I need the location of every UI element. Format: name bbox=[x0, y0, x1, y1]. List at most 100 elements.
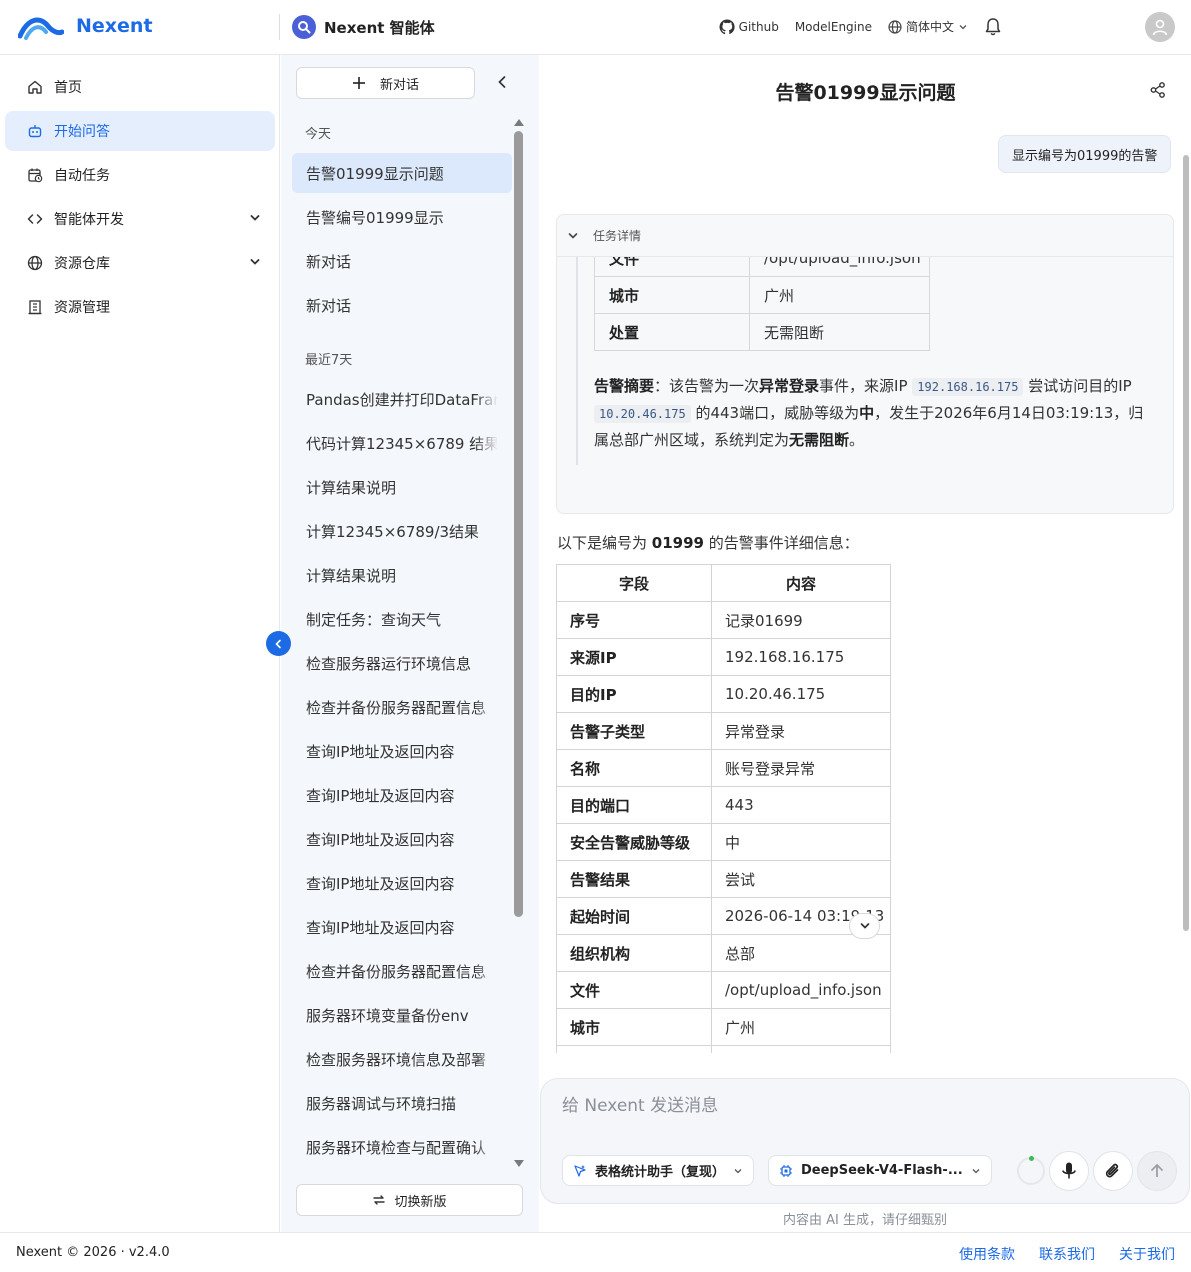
modelengine-link[interactable]: ModelEngine bbox=[795, 20, 872, 34]
send-button[interactable] bbox=[1137, 1151, 1177, 1191]
nav-item-label: 首页 bbox=[54, 80, 82, 96]
home-icon bbox=[27, 79, 45, 95]
history-item-label: 查询IP地址及返回内容 bbox=[306, 742, 455, 761]
history-item[interactable]: 查询IP地址及返回内容 bbox=[292, 731, 512, 771]
switch-version-button[interactable]: 切换新版 bbox=[296, 1184, 523, 1216]
alert-summary: 告警摘要：该告警为一次异常登录事件，来源IP 192.168.16.175 尝试… bbox=[594, 373, 1156, 453]
history-item[interactable]: 计算结果说明 bbox=[292, 555, 512, 595]
table-row: 组织机构 总部 bbox=[556, 934, 891, 972]
history-item-label: 检查并备份服务器配置信息 bbox=[306, 698, 487, 717]
brand-logo[interactable]: Nexent bbox=[18, 12, 153, 40]
scroll-up-arrow[interactable] bbox=[514, 119, 524, 126]
sidebar-toggle-button[interactable] bbox=[266, 631, 291, 656]
user-icon bbox=[1152, 19, 1168, 36]
history-item[interactable]: 计算12345×6789/3结果 bbox=[292, 511, 512, 551]
code-icon bbox=[27, 211, 45, 227]
summary-text: 的443端口，威胁等级为 bbox=[690, 404, 860, 422]
agent-search-icon bbox=[292, 15, 316, 39]
history-item[interactable]: 检查服务器运行环境信息 bbox=[292, 643, 512, 683]
about-link[interactable]: 关于我们 bbox=[1119, 1244, 1175, 1264]
nav-item-resource-management[interactable]: 资源管理 bbox=[5, 287, 275, 327]
history-item-label: 查询IP地址及返回内容 bbox=[306, 830, 455, 849]
history-item-label: Pandas创建并打印DataFrame bbox=[306, 390, 498, 409]
history-item[interactable]: 查询IP地址及返回内容 bbox=[292, 907, 512, 947]
history-item[interactable]: 告警编号01999显示 bbox=[292, 197, 512, 237]
new-chat-button[interactable]: 新对话 bbox=[296, 67, 475, 99]
history-item[interactable]: 检查并备份服务器配置信息 bbox=[292, 951, 512, 991]
table-cell-value: 192.168.16.175 bbox=[711, 638, 891, 676]
chat-scrollbar[interactable] bbox=[1183, 155, 1189, 931]
nexent-logo-icon bbox=[18, 17, 64, 40]
nav-item-label: 开始问答 bbox=[54, 124, 110, 140]
table-cell-field: 城市 bbox=[556, 1008, 712, 1046]
history-item-label: 检查并备份服务器配置信息 bbox=[306, 962, 487, 981]
notification-bell-icon[interactable] bbox=[984, 17, 1002, 37]
collapse-history-button[interactable] bbox=[496, 75, 508, 89]
history-scrollbar[interactable] bbox=[514, 131, 523, 917]
nav-item-auto-tasks[interactable]: 自动任务 bbox=[5, 155, 275, 195]
table-row: 城市 广州 bbox=[594, 276, 930, 314]
history-item[interactable]: 服务器环境检查与配置确认 bbox=[292, 1127, 512, 1167]
history-item[interactable]: 查询IP地址及返回内容 bbox=[292, 863, 512, 903]
nav-item-home[interactable]: 首页 bbox=[5, 67, 275, 107]
history-item[interactable]: 检查服务器环境信息及部署 bbox=[292, 1039, 512, 1079]
history-item[interactable]: 检查并备份服务器配置信息 bbox=[292, 687, 512, 727]
table-row: 目的IP 10.20.46.175 bbox=[556, 675, 891, 713]
attach-file-button[interactable] bbox=[1093, 1151, 1133, 1191]
table-row: 目的端口 443 bbox=[556, 786, 891, 824]
history-item[interactable]: 查询IP地址及返回内容 bbox=[292, 775, 512, 815]
table-header-field: 字段 bbox=[556, 564, 712, 602]
github-link[interactable]: Github bbox=[719, 18, 779, 35]
history-item[interactable]: 服务器调试与环境扫描 bbox=[292, 1083, 512, 1123]
history-item-label: 计算12345×6789/3结果 bbox=[306, 522, 480, 541]
scroll-down-arrow[interactable] bbox=[514, 1160, 524, 1167]
nav-item-resource-repo[interactable]: 资源仓库 bbox=[5, 243, 275, 283]
user-avatar[interactable] bbox=[1145, 12, 1175, 42]
nav-item-chat[interactable]: 开始问答 bbox=[5, 111, 275, 151]
history-item[interactable]: Pandas创建并打印DataFrame bbox=[292, 379, 512, 419]
history-item[interactable]: 新对话 bbox=[292, 241, 512, 281]
summary-text: 。 bbox=[849, 431, 865, 449]
history-item[interactable]: 计算结果说明 bbox=[292, 467, 512, 507]
conversation-history: 新对话 今天 告警01999显示问题 告警编号01999显示 新对话 新对话 最近7天… bbox=[281, 55, 539, 1232]
top-bar: Nexent Nexent 智能体 Github ModelEngine 简体中… bbox=[0, 0, 1191, 55]
history-item-label: 告警01999显示问题 bbox=[306, 164, 444, 183]
history-item[interactable]: 制定任务：查询天气 bbox=[292, 599, 512, 639]
history-item[interactable]: 新对话 bbox=[292, 285, 512, 325]
dest-ip-code: 10.20.46.175 bbox=[594, 405, 691, 423]
voice-input-button[interactable] bbox=[1049, 1151, 1089, 1191]
group-label-week: 最近7天 bbox=[305, 353, 353, 368]
history-item[interactable]: 服务器环境变量备份env bbox=[292, 995, 512, 1035]
nav-item-agent-dev[interactable]: 智能体开发 bbox=[5, 199, 275, 239]
history-item[interactable]: 代码计算12345×6789 结果 bbox=[292, 423, 512, 463]
chip-icon bbox=[780, 1164, 792, 1177]
table-cell-value: 无需阻断 bbox=[711, 1045, 891, 1053]
history-item[interactable]: 查询IP地址及返回内容 bbox=[292, 819, 512, 859]
history-item[interactable]: 告警01999显示问题 bbox=[292, 153, 512, 193]
task-details-panel: 任务详情 文件 /opt/upload_info.json 城市 广州 处置 无… bbox=[556, 214, 1174, 514]
nav-item-label: 智能体开发 bbox=[54, 212, 124, 228]
sparkle-agent-icon bbox=[574, 1164, 586, 1177]
summary-text: ：该告警为一次 bbox=[654, 377, 760, 395]
table-cell-value: 广州 bbox=[749, 276, 930, 314]
table-cell-field: 告警结果 bbox=[556, 860, 712, 898]
agent-select-label: 表格统计助手（复现） bbox=[595, 1165, 726, 1180]
table-row: 处置 无需阻断 bbox=[594, 313, 930, 351]
ai-disclaimer: 内容由 AI 生成，请仔细甄别 bbox=[783, 1213, 947, 1228]
table-cell-field: 安全告警威胁等级 bbox=[556, 823, 712, 861]
summary-text: 尝试访问目的IP bbox=[1023, 377, 1132, 395]
github-label: Github bbox=[738, 19, 779, 34]
message-input[interactable] bbox=[562, 1092, 1162, 1120]
model-select[interactable]: DeepSeek-V4-Flash-... bbox=[768, 1155, 992, 1186]
contact-link[interactable]: 联系我们 bbox=[1039, 1244, 1095, 1264]
agent-select[interactable]: 表格统计助手（复现） bbox=[562, 1155, 755, 1186]
chevron-down-icon bbox=[249, 256, 261, 268]
scroll-to-bottom-button[interactable] bbox=[849, 913, 880, 939]
share-icon[interactable] bbox=[1149, 81, 1167, 99]
terms-link[interactable]: 使用条款 bbox=[959, 1244, 1015, 1264]
task-details-toggle[interactable]: 任务详情 bbox=[557, 215, 1173, 257]
agent-title: Nexent 智能体 bbox=[324, 19, 435, 37]
table-cell-field: 目的IP bbox=[556, 675, 712, 713]
language-select[interactable]: 简体中文 bbox=[888, 18, 968, 35]
summary-text: 事件，来源IP bbox=[819, 377, 913, 395]
